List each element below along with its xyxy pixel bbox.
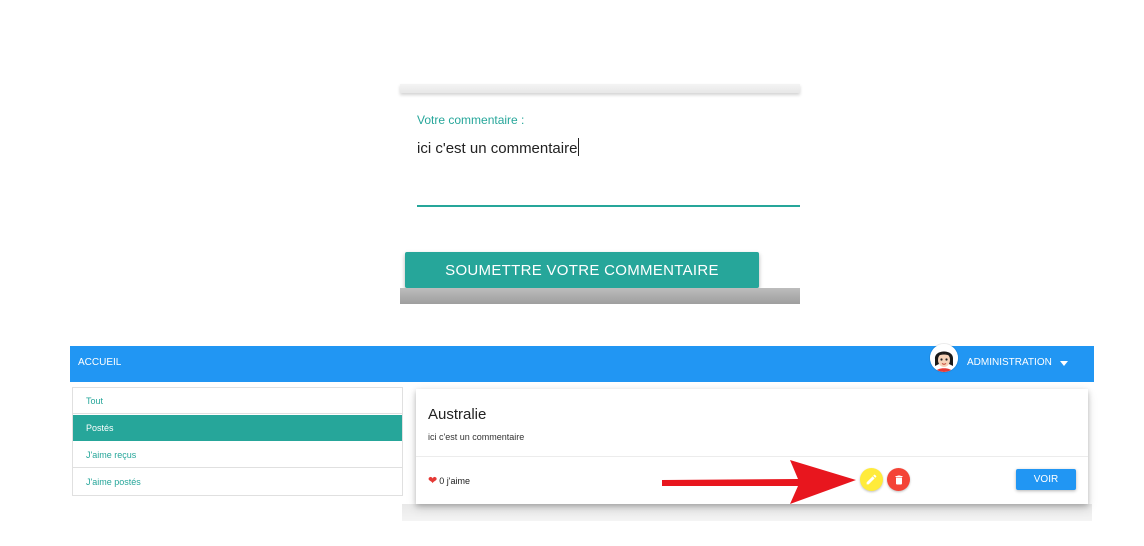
- comment-text: ici c'est un commentaire: [417, 140, 578, 157]
- post-text: ici c'est un commentaire: [428, 432, 525, 442]
- user-avatar-icon[interactable]: [930, 344, 958, 372]
- text-cursor: [578, 138, 580, 156]
- comment-textarea[interactable]: ici c'est un commentaire: [417, 138, 580, 157]
- navbar: ACCUEIL ADMINISTRATION: [70, 344, 1094, 382]
- trash-icon: [895, 475, 902, 484]
- red-arrow-icon: [662, 460, 856, 504]
- edit-button[interactable]: [860, 468, 883, 491]
- sidebar-item-jaime-recus[interactable]: J'aime reçus: [73, 442, 402, 468]
- pencil-icon: [866, 474, 877, 485]
- form-bottom-shade: [400, 288, 800, 304]
- view-button[interactable]: VOIR: [1016, 469, 1076, 490]
- sidebar-item-postes[interactable]: Postés: [73, 415, 402, 441]
- caret-down-icon[interactable]: [1060, 361, 1068, 366]
- likes-label: 0 j'aime: [439, 476, 470, 486]
- likes-count[interactable]: ❤ 0 j'aime: [428, 474, 470, 487]
- submit-comment-button[interactable]: SOUMETTRE VOTRE COMMENTAIRE: [405, 252, 759, 288]
- sidebar-item-jaime-postes[interactable]: J'aime postés: [73, 469, 402, 495]
- nav-admin-menu[interactable]: ADMINISTRATION: [967, 357, 1052, 368]
- delete-button[interactable]: [887, 468, 910, 491]
- sidebar-filter-list: Tout Postés J'aime reçus J'aime postés: [72, 387, 403, 496]
- post-title: Australie: [428, 406, 487, 423]
- card-divider: [416, 456, 1088, 457]
- form-top-shadow: [400, 84, 800, 93]
- comment-form: Votre commentaire : ici c'est un comment…: [400, 84, 800, 304]
- comment-field-underline: [417, 205, 800, 207]
- heart-icon: ❤: [428, 475, 438, 487]
- comment-label: Votre commentaire :: [417, 113, 525, 127]
- nav-home-link[interactable]: ACCUEIL: [78, 357, 121, 368]
- sidebar-item-tout[interactable]: Tout: [73, 388, 402, 414]
